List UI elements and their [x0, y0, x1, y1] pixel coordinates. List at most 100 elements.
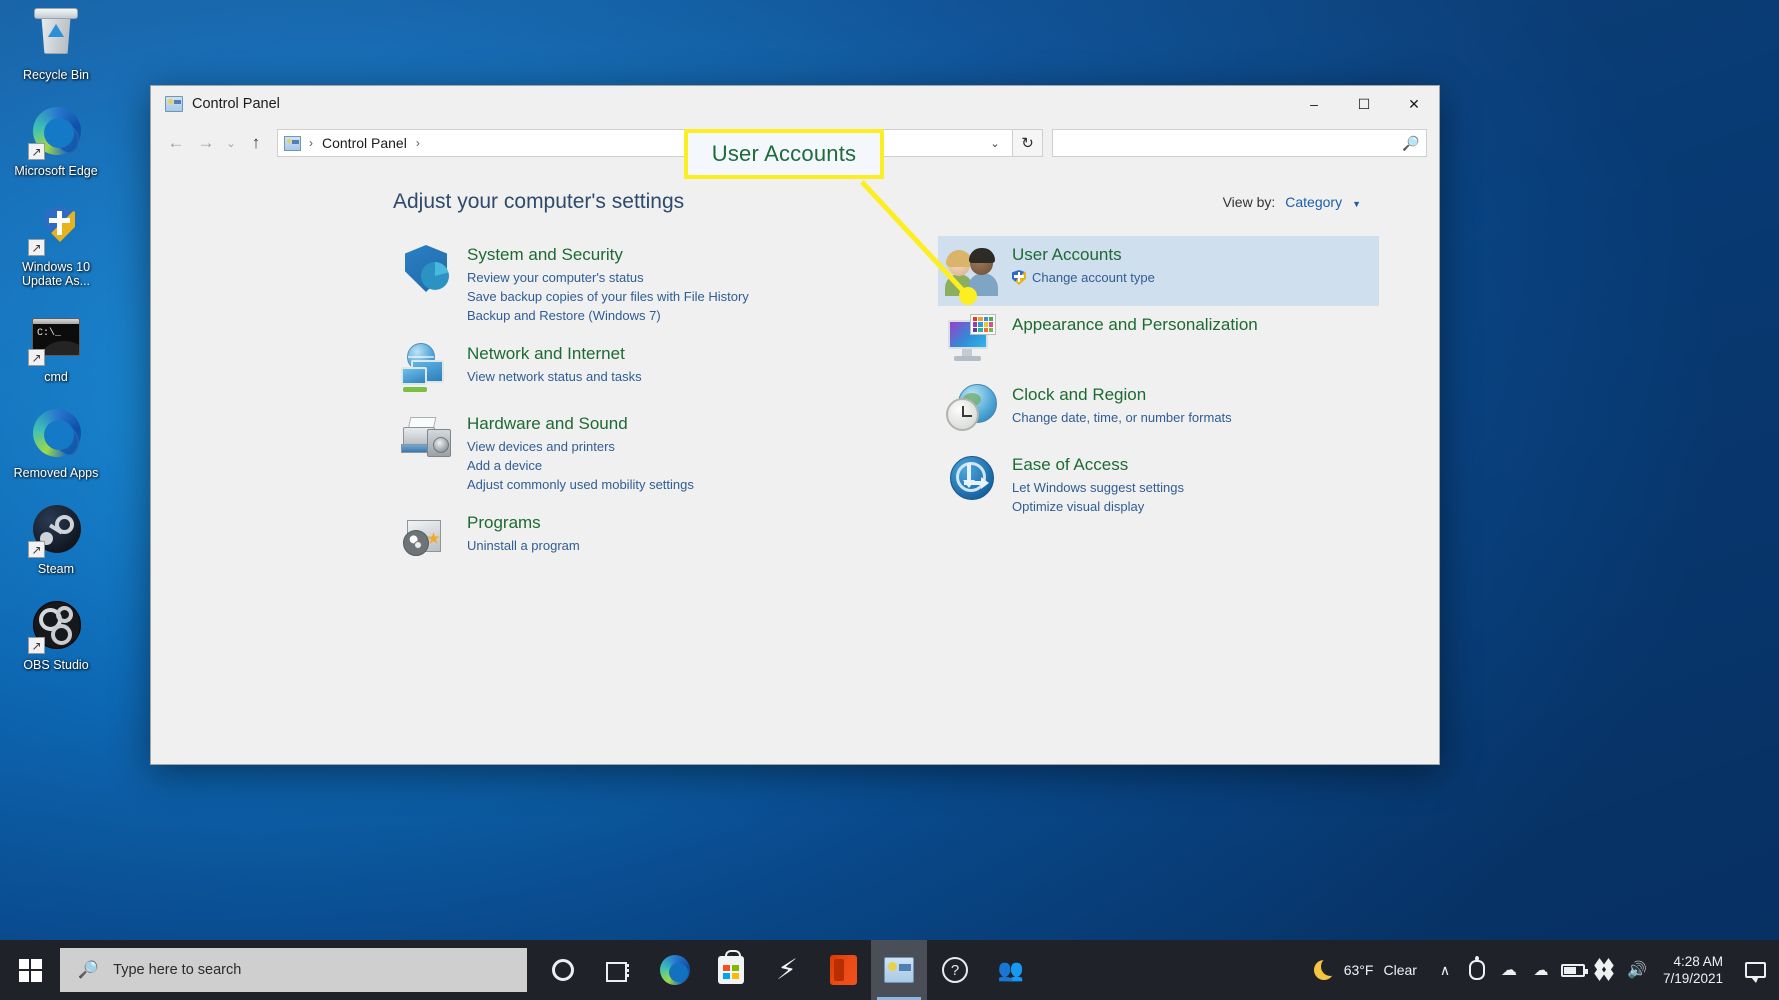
breadcrumb-item-control-panel[interactable]: Control Panel: [319, 133, 410, 153]
taskbar-item-task-view[interactable]: [591, 940, 647, 1000]
category-link[interactable]: Change date, time, or number formats: [1012, 408, 1232, 427]
taskbar-item-get-help[interactable]: ?: [927, 940, 983, 1000]
category-user-accounts[interactable]: User Accounts Change account type: [938, 236, 1379, 306]
category-link[interactable]: Uninstall a program: [467, 536, 580, 555]
category-link[interactable]: Let Windows suggest settings: [1012, 478, 1184, 497]
taskbar-item-lightning-app[interactable]: ⚡: [759, 940, 815, 1000]
window-controls: ‒ ☐ ✕: [1289, 86, 1439, 122]
shield-security-icon: [401, 244, 453, 296]
category-link[interactable]: View network status and tasks: [467, 367, 642, 386]
tray-icon-volume[interactable]: 🔊: [1621, 940, 1653, 1000]
view-by-label: View by:: [1222, 194, 1276, 210]
ease-of-access-icon: [946, 454, 998, 506]
category-link[interactable]: View devices and printers: [467, 437, 694, 456]
onedrive-cloud-icon: ☁: [1533, 962, 1549, 979]
desktop-icon-microsoft-edge[interactable]: Microsoft Edge: [6, 104, 106, 178]
taskbar-item-people[interactable]: 👥: [983, 940, 1039, 1000]
category-programs[interactable]: Programs Uninstall a program: [393, 504, 886, 574]
tray-clock[interactable]: 4:28 AM 7/19/2021: [1653, 940, 1735, 1000]
taskbar-item-control-panel[interactable]: [871, 940, 927, 1000]
desktop-icon-windows-update[interactable]: Windows 10 Update As...: [6, 200, 106, 288]
clock-time: 4:28 AM: [1673, 954, 1723, 969]
programs-disc-icon: [401, 512, 453, 564]
taskbar-item-office[interactable]: [815, 940, 871, 1000]
clock-globe-icon: [946, 384, 998, 436]
category-link[interactable]: Add a device: [467, 456, 694, 475]
category-link-change-account-type[interactable]: Change account type: [1012, 268, 1155, 287]
weather-temperature: 63°F: [1343, 962, 1374, 978]
category-link[interactable]: Adjust commonly used mobility settings: [467, 475, 694, 494]
tray-icon-wifi[interactable]: ☁︎: [1493, 940, 1525, 1000]
taskbar-item-microsoft-store[interactable]: [703, 940, 759, 1000]
tray-icon-battery[interactable]: [1557, 940, 1589, 1000]
category-title[interactable]: Ease of Access: [1012, 454, 1184, 476]
recent-locations-button[interactable]: ⌄: [221, 128, 241, 158]
start-button[interactable]: [0, 940, 60, 1000]
tray-icon-stylus[interactable]: [1461, 940, 1493, 1000]
chevron-down-icon[interactable]: ▼: [1352, 199, 1361, 209]
desktop-icon-label: cmd: [44, 370, 68, 384]
category-link[interactable]: Save backup copies of your files with Fi…: [467, 287, 749, 306]
category-ease-of-access[interactable]: Ease of Access Let Windows suggest setti…: [938, 446, 1379, 526]
desktop-icon-cmd[interactable]: C:\_ cmd: [6, 310, 106, 384]
back-button[interactable]: ←: [161, 128, 191, 158]
forward-button[interactable]: →: [191, 128, 221, 158]
chevron-down-icon[interactable]: ⌄: [982, 130, 1008, 156]
breadcrumb[interactable]: › Control Panel › ⌄: [277, 129, 1013, 157]
desktop-icon-removed-apps[interactable]: Removed Apps: [6, 406, 106, 480]
desktop-icon-label: Windows 10 Update As...: [21, 260, 91, 288]
category-title[interactable]: Hardware and Sound: [467, 413, 694, 435]
notification-icon: [1744, 962, 1766, 983]
search-input[interactable]: 🔍: [1052, 129, 1427, 157]
action-center-button[interactable]: [1735, 940, 1775, 1000]
category-title[interactable]: Programs: [467, 512, 580, 534]
volume-icon: 🔊: [1626, 962, 1647, 979]
system-tray: 63°F Clear ∧ ☁︎ ☁ 🔊 4:28 AM 7/19/2021: [1302, 940, 1779, 1000]
close-button[interactable]: ✕: [1389, 86, 1439, 122]
desktop-icon-obs-studio[interactable]: OBS Studio: [6, 598, 106, 672]
microsoft-edge-icon: [28, 406, 84, 462]
desktop-icon-label: Microsoft Edge: [14, 164, 98, 178]
cortana-icon: [552, 959, 574, 981]
category-clock-and-region[interactable]: Clock and Region Change date, time, or n…: [938, 376, 1379, 446]
category-link[interactable]: Optimize visual display: [1012, 497, 1184, 516]
people-icon: 👥: [997, 958, 1025, 982]
callout-annotation: User Accounts: [684, 129, 884, 179]
tray-icon-onedrive[interactable]: ☁: [1525, 940, 1557, 1000]
user-accounts-people-icon: [945, 244, 998, 296]
breadcrumb-separator: ›: [309, 136, 313, 150]
maximize-button[interactable]: ☐: [1339, 86, 1389, 122]
tray-icon-dropbox[interactable]: [1589, 940, 1621, 1000]
up-button[interactable]: ↑: [241, 128, 271, 158]
view-by-control[interactable]: View by: Category ▼: [1223, 194, 1361, 210]
category-title[interactable]: Appearance and Personalization: [1012, 314, 1258, 336]
category-network-and-internet[interactable]: Network and Internet View network status…: [393, 335, 886, 405]
category-title[interactable]: User Accounts: [1012, 244, 1155, 266]
taskbar-item-microsoft-edge[interactable]: [647, 940, 703, 1000]
shield-icon: [1012, 270, 1026, 285]
desktop-icon-steam[interactable]: Steam: [6, 502, 106, 576]
category-appearance-and-personalization[interactable]: Appearance and Personalization: [938, 306, 1379, 376]
taskbar-search-placeholder: Type here to search: [113, 962, 242, 978]
window-titlebar[interactable]: Control Panel ‒ ☐ ✕: [151, 86, 1439, 122]
lightning-bolt-icon: ⚡: [775, 953, 799, 986]
desktop-icon-label: Removed Apps: [13, 466, 99, 480]
category-link[interactable]: Backup and Restore (Windows 7): [467, 306, 749, 325]
category-system-and-security[interactable]: System and Security Review your computer…: [393, 236, 886, 335]
tray-weather-widget[interactable]: 63°F Clear: [1302, 940, 1429, 1000]
taskbar-search-input[interactable]: 🔍 Type here to search: [60, 948, 527, 992]
category-title[interactable]: Clock and Region: [1012, 384, 1232, 406]
view-by-value[interactable]: Category: [1285, 194, 1342, 210]
desktop-icon-recycle-bin[interactable]: Recycle Bin: [6, 8, 106, 82]
breadcrumb-separator[interactable]: ›: [410, 136, 426, 150]
taskbar-item-cortana[interactable]: [535, 940, 591, 1000]
category-link-label: Change account type: [1032, 270, 1155, 285]
category-hardware-and-sound[interactable]: Hardware and Sound View devices and prin…: [393, 405, 886, 504]
desktop-icon-label: Steam: [37, 562, 75, 576]
category-title[interactable]: Network and Internet: [467, 343, 642, 365]
show-hidden-icons-button[interactable]: ∧: [1429, 940, 1461, 1000]
category-title[interactable]: System and Security: [467, 244, 749, 266]
category-link[interactable]: Review your computer's status: [467, 268, 749, 287]
minimize-button[interactable]: ‒: [1289, 86, 1339, 122]
refresh-icon[interactable]: ↻: [1013, 129, 1043, 157]
